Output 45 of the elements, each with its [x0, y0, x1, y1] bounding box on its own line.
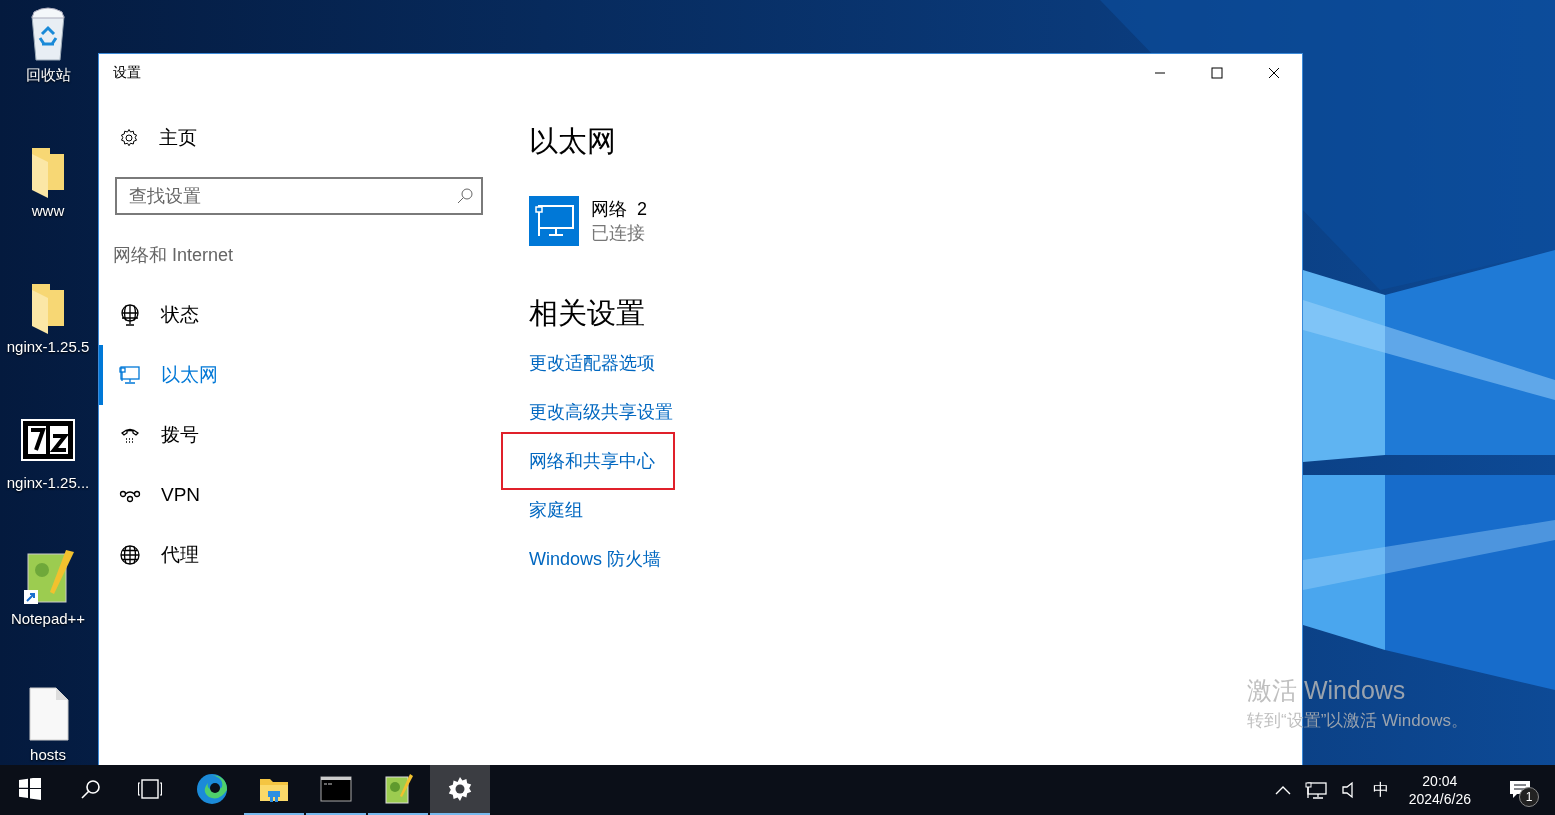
- page-title: 以太网: [529, 124, 616, 159]
- search-icon: [80, 779, 100, 799]
- desktop-icon-label[interactable]: nginx-1.25.5: [6, 338, 90, 355]
- window-title: 设置: [113, 64, 142, 82]
- taskbar-app-button[interactable]: [430, 765, 490, 815]
- desktop-icon-label[interactable]: Notepad++: [10, 610, 86, 627]
- settings-link[interactable]: 网络和共享中心: [501, 432, 675, 490]
- activation-title: 激活 Windows: [1247, 675, 1407, 706]
- maximize-icon: [1210, 67, 1223, 79]
- network-tile-icon[interactable]: [529, 196, 579, 246]
- clock-date: 2024/6/26: [1408, 790, 1471, 808]
- input-method-indicator[interactable]: 中: [1372, 779, 1389, 801]
- edge-icon: [196, 773, 228, 805]
- notepad-icon: [382, 773, 414, 805]
- close-icon: [1267, 67, 1280, 79]
- search-field[interactable]: 查找设置: [115, 177, 483, 215]
- monitor-icon: [119, 364, 141, 386]
- desktop-icon-label[interactable]: www: [31, 202, 65, 219]
- clock-time: 20:04: [1422, 772, 1458, 790]
- notification-count: 1: [1519, 787, 1539, 807]
- network-icon[interactable]: [1304, 781, 1327, 799]
- desktop-icon-label[interactable]: hosts: [30, 746, 66, 763]
- clock[interactable]: 20:04 2024/6/26: [1408, 772, 1471, 808]
- nav-item[interactable]: 以太网: [99, 345, 499, 405]
- nav-item[interactable]: 代理: [99, 525, 499, 585]
- desktop-icon-label[interactable]: nginx-1.25...: [6, 474, 90, 491]
- settings-icon[interactable]: [119, 128, 139, 148]
- terminal-icon: [320, 773, 352, 805]
- nav-item[interactable]: 拨号: [99, 405, 499, 465]
- globe-monitor-icon: [119, 304, 141, 326]
- chevron-up-icon[interactable]: [1274, 785, 1291, 795]
- globe-icon: [119, 544, 141, 566]
- section-heading: 网络和 Internet: [113, 244, 235, 267]
- settings-link[interactable]: Windows 防火墙: [501, 534, 682, 583]
- nav-item[interactable]: VPN: [99, 465, 499, 525]
- start-icon: [19, 778, 41, 800]
- search-icon: [456, 187, 474, 205]
- network-status: 已连接: [591, 222, 646, 245]
- home-link[interactable]: 主页: [159, 125, 197, 151]
- task-view-icon: [138, 779, 162, 799]
- section-heading: 相关设置: [529, 296, 645, 331]
- nav-item[interactable]: 状态: [99, 285, 499, 345]
- network-name: 网络 2: [591, 198, 647, 221]
- settings-link[interactable]: 更改适配器选项: [501, 338, 675, 387]
- desktop-icon-label[interactable]: 回收站: [25, 66, 71, 85]
